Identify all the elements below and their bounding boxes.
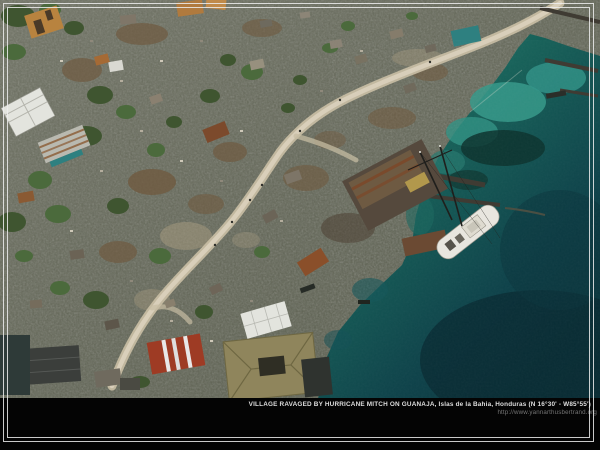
teal-dark-structure <box>0 335 30 395</box>
aerial-photo <box>0 0 600 400</box>
photo-caption: VILLAGE RAVAGED BY HURRICANE MITCH ON GU… <box>249 401 591 408</box>
dark-building <box>23 345 81 385</box>
caption-band: VILLAGE RAVAGED BY HURRICANE MITCH ON GU… <box>0 398 600 450</box>
photo-credit-url: http://www.yannarthusbertrand.org <box>497 409 597 416</box>
wallpaper: VILLAGE RAVAGED BY HURRICANE MITCH ON GU… <box>0 0 600 450</box>
